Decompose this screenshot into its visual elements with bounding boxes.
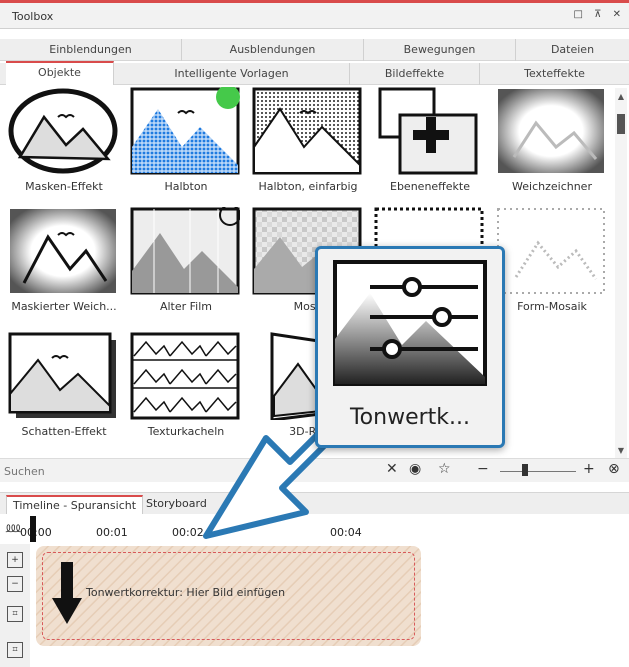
remove-track-icon[interactable]: − xyxy=(7,576,23,592)
tile-masken-effekt[interactable]: Masken-Effekt xyxy=(2,87,120,197)
toolbox-titlebar: Toolbox □ ⊼ ✕ xyxy=(0,3,629,29)
blur-icon xyxy=(498,89,604,173)
tile-schatten-effekt[interactable]: Schatten-Effekt xyxy=(2,332,120,442)
scroll-down-icon[interactable]: ▼ xyxy=(615,446,627,455)
playhead[interactable] xyxy=(30,516,36,542)
add-track-icon[interactable]: + xyxy=(7,552,23,568)
tab-objekte[interactable]: Objekte xyxy=(6,61,114,85)
effects-scrollbar[interactable]: ▲ ▼ xyxy=(615,88,627,460)
tile-label: Ebeneneffekte xyxy=(390,180,470,193)
tonwertkorrektur-icon xyxy=(333,260,487,386)
shape-mosaic-icon xyxy=(497,208,605,294)
search-input[interactable] xyxy=(4,462,374,480)
tab-texteffekte[interactable]: Texteffekte xyxy=(480,63,629,85)
mask-effect-icon xyxy=(8,88,118,174)
tile-ebeneneffekte[interactable]: Ebeneneffekte xyxy=(368,87,486,197)
tile-label: Maskierter Weich... xyxy=(11,300,117,313)
zoom-in-icon[interactable]: + xyxy=(583,461,595,477)
ruler-time: 00:01 xyxy=(96,526,128,539)
eye-icon[interactable]: ◉ xyxy=(409,461,421,477)
drop-zone[interactable]: Tonwertkorrektur: Hier Bild einfügen xyxy=(36,546,421,646)
ruler-menu-icon[interactable]: ⅏ xyxy=(6,518,20,537)
scroll-up-icon[interactable]: ▲ xyxy=(615,92,627,101)
tile-label: Form-Mosaik xyxy=(517,300,587,313)
tile-weichzeichner[interactable]: Weichzeichner xyxy=(490,87,608,197)
timeline-tabbar: Timeline - Spuransicht Storyboard xyxy=(0,492,629,515)
timeline-track: Tonwertkorrektur: Hier Bild einfügen xyxy=(30,544,629,667)
tile-label: Halbton xyxy=(164,180,208,193)
tile-halbton-einfarbig[interactable]: Halbton, einfarbig xyxy=(246,87,364,197)
drop-zone-text: Tonwertkorrektur: Hier Bild einfügen xyxy=(86,586,286,599)
halftone-icon xyxy=(130,87,240,175)
category-tabs-row1: Einblendungen Ausblendungen Bewegungen D… xyxy=(0,39,629,61)
shadow-effect-icon xyxy=(8,332,116,418)
drag-preview-popup: Tonwertk... xyxy=(315,246,505,448)
tab-timeline-spuransicht[interactable]: Timeline - Spuransicht xyxy=(6,495,144,515)
maximize-icon[interactable]: □ xyxy=(573,9,582,20)
tile-label: Alter Film xyxy=(159,300,213,313)
expand-view-icon[interactable]: ⌗ xyxy=(7,642,23,658)
tile-form-mosaik[interactable]: Form-Mosaik xyxy=(490,207,608,317)
pin-icon[interactable]: ⊼ xyxy=(594,9,601,20)
halftone-mono-icon xyxy=(252,87,362,175)
effects-grid: Masken-Effekt Halbton Halbton, einfarbig… xyxy=(2,87,614,459)
window-controls: □ ⊼ ✕ xyxy=(565,9,621,20)
scrollbar-thumb[interactable] xyxy=(617,114,625,134)
tile-label: Weichzeichner xyxy=(512,180,592,193)
tile-label: Halbton, einfarbig xyxy=(258,180,358,193)
tab-einblendungen[interactable]: Einblendungen xyxy=(0,39,182,61)
fit-view-icon[interactable]: ⌗ xyxy=(7,606,23,622)
clear-search-icon[interactable]: ✕ xyxy=(386,461,398,477)
zoom-slider-track[interactable] xyxy=(500,471,576,472)
ruler-time: 00:02 xyxy=(172,526,204,539)
reset-zoom-icon[interactable]: ⊗ xyxy=(608,461,620,477)
tab-bewegungen[interactable]: Bewegungen xyxy=(364,39,516,61)
star-icon[interactable]: ☆ xyxy=(438,461,451,477)
tab-intelligente-vorlagen[interactable]: Intelligente Vorlagen xyxy=(114,63,350,85)
tab-storyboard[interactable]: Storyboard xyxy=(140,495,213,515)
timeline-side-tools: + − ⌗ ⌗ xyxy=(0,544,30,667)
search-bar: ✕ ◉ ☆ − + ⊗ xyxy=(0,458,629,482)
texture-tiles-icon xyxy=(130,332,240,420)
tile-label: Masken-Effekt xyxy=(25,180,103,193)
tile-label: Schatten-Effekt xyxy=(21,425,107,438)
tile-halbton[interactable]: Halbton xyxy=(124,87,242,197)
tab-ausblendungen[interactable]: Ausblendungen xyxy=(182,39,364,61)
popup-label: Tonwertk... xyxy=(349,405,471,430)
window-title: Toolbox xyxy=(12,10,54,23)
close-icon[interactable]: ✕ xyxy=(613,9,621,20)
zoom-slider-thumb[interactable] xyxy=(522,464,528,476)
tab-bildeffekte[interactable]: Bildeffekte xyxy=(350,63,480,85)
tile-alter-film[interactable]: Alter Film xyxy=(124,207,242,317)
down-arrow-icon xyxy=(52,562,82,624)
tile-texturkacheln[interactable]: Texturkacheln xyxy=(124,332,242,442)
masked-blur-icon xyxy=(10,209,116,293)
tile-maskierter-weichzeichner[interactable]: Maskierter Weich... xyxy=(2,207,120,317)
zoom-out-icon[interactable]: − xyxy=(477,461,489,477)
category-tabs-row2: Objekte Intelligente Vorlagen Bildeffekt… xyxy=(0,61,629,85)
ruler-time: 00:04 xyxy=(330,526,362,539)
tile-label: Texturkacheln xyxy=(147,425,225,438)
tab-dateien[interactable]: Dateien xyxy=(516,39,629,61)
timeline-ruler[interactable]: ⅏ 00:00 00:01 00:02 00:04 xyxy=(0,514,629,544)
old-film-icon xyxy=(130,207,240,295)
layer-effects-icon xyxy=(378,87,478,175)
